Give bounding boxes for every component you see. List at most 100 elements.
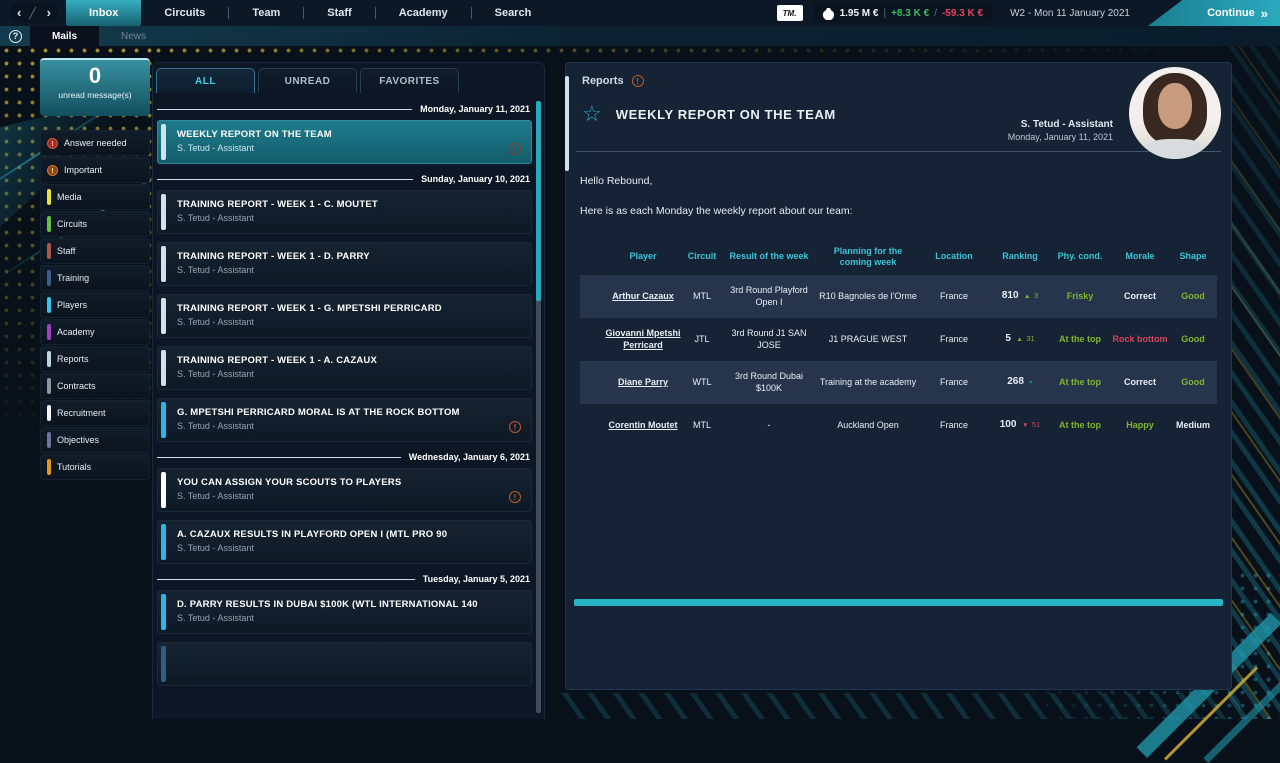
category-color-chip (47, 270, 51, 286)
filter-answer-needed[interactable]: ! Answer needed (40, 130, 150, 156)
filter-label: Academy (57, 327, 95, 337)
forward-icon[interactable]: › (47, 3, 51, 23)
table-row: Diane Parry WTL 3rd Round Dubai $100K Tr… (580, 361, 1217, 404)
mail-item[interactable]: G. MPETSHI PERRICARD MORAL IS AT THE ROC… (157, 398, 532, 442)
table-row: Giovanni Mpetshi Perricard JTL 3rd Round… (580, 318, 1217, 361)
mail-scroll-area: Monday, January 11, 2021 WEEKLY REPORT O… (157, 94, 532, 719)
circuit-cell: JTL (684, 332, 720, 347)
filter-objectives[interactable]: Objectives (40, 427, 150, 453)
rank-value: 5 (1005, 333, 1011, 344)
main-nav: Inbox Circuits Team Staff Academy Search (66, 0, 554, 26)
filter-circuits[interactable]: Circuits (40, 211, 150, 237)
category-color-chip (47, 297, 51, 313)
table-row: Corentin Moutet MTL - Auckland Open Fran… (580, 404, 1217, 447)
table-header-row: Player Circuit Result of the week Planni… (580, 239, 1217, 275)
nav-divider (29, 7, 36, 20)
category-color-chip (47, 351, 51, 367)
help-icon[interactable]: ? (9, 30, 22, 43)
rank-value: 810 (1002, 290, 1019, 301)
filter-staff[interactable]: Staff (40, 238, 150, 264)
tab-all[interactable]: ALL (156, 68, 255, 93)
tab-mails[interactable]: Mails (30, 26, 99, 46)
filter-media[interactable]: Media (40, 184, 150, 210)
planning-cell: Training at the academy (818, 375, 918, 390)
morale-cell: Rock bottom (1110, 332, 1170, 347)
unread-count: 0 (40, 64, 150, 88)
tab-search[interactable]: Search (472, 0, 555, 26)
finance-separator: / (934, 8, 937, 19)
mail-item[interactable]: TRAINING REPORT - WEEK 1 - G. MPETSHI PE… (157, 294, 532, 338)
category-color-chip (47, 189, 51, 205)
player-link[interactable]: Corentin Moutet (602, 418, 684, 433)
rank-delta: 3 (1034, 291, 1038, 300)
planning-cell: Auckland Open (818, 418, 918, 433)
header-planning: Planning for the coming week (818, 246, 918, 269)
mail-item[interactable]: TRAINING REPORT - WEEK 1 - C. MOUTET S. … (157, 190, 532, 234)
tab-circuits[interactable]: Circuits (141, 0, 228, 26)
mail-title: TRAINING REPORT - WEEK 1 - D. PARRY (177, 251, 370, 262)
mail-item[interactable]: TRAINING REPORT - WEEK 1 - D. PARRY S. T… (157, 242, 532, 286)
report-title: WEEKLY REPORT ON THE TEAM (616, 107, 836, 122)
mail-title: D. PARRY RESULTS IN DUBAI $100K (WTL INT… (177, 599, 478, 610)
continue-button[interactable]: Continue » (1148, 0, 1280, 26)
planning-cell: R10 Bagnoles de l'Orme (818, 289, 918, 304)
date-separator: Monday, January 11, 2021 (157, 104, 532, 114)
important-icon: ! (509, 143, 521, 155)
player-link[interactable]: Giovanni Mpetshi Perricard (602, 326, 684, 353)
answer-needed-icon: ! (47, 138, 58, 149)
filter-recruitment[interactable]: Recruitment (40, 400, 150, 426)
report-date: Monday, January 11, 2021 (1008, 132, 1113, 142)
mail-item[interactable]: A. CAZAUX RESULTS IN PLAYFORD OPEN I (MT… (157, 520, 532, 564)
mail-item[interactable]: YOU CAN ASSIGN YOUR SCOUTS TO PLAYERS S.… (157, 468, 532, 512)
mail-sender: S. Tetud - Assistant (177, 613, 478, 623)
favorite-star-icon[interactable]: ☆ (582, 103, 602, 125)
filter-training[interactable]: Training (40, 265, 150, 291)
mail-sender: S. Tetud - Assistant (177, 543, 447, 553)
mail-scrollbar[interactable] (536, 101, 541, 713)
avatar-shirt (1144, 139, 1207, 159)
back-icon[interactable]: ‹ (17, 3, 21, 23)
player-link[interactable]: Arthur Cazaux (602, 289, 684, 304)
tab-inbox[interactable]: Inbox (66, 0, 141, 26)
result-cell: 3rd Round Playford Open I (720, 283, 818, 310)
ranking-cell: 100 ▼ 51 (990, 417, 1050, 434)
tab-favorites[interactable]: FAVORITES (360, 68, 459, 93)
mail-title: WEEKLY REPORT ON THE TEAM (177, 129, 332, 140)
table-row: Arthur Cazaux MTL 3rd Round Playford Ope… (580, 275, 1217, 318)
filter-contracts[interactable]: Contracts (40, 373, 150, 399)
filter-tutorials[interactable]: Tutorials (40, 454, 150, 480)
mail-filter-list: ! Answer needed ! Important Media Circui… (40, 130, 150, 480)
planning-cell: J1 PRAGUE WEST (818, 332, 918, 347)
scrollbar-thumb[interactable] (536, 101, 541, 301)
mail-title: TRAINING REPORT - WEEK 1 - A. CAZAUX (177, 355, 377, 366)
filter-important[interactable]: ! Important (40, 157, 150, 183)
date-separator: Sunday, January 10, 2021 (157, 174, 532, 184)
mail-sender: S. Tetud - Assistant (177, 213, 378, 223)
mail-item[interactable]: D. PARRY RESULTS IN DUBAI $100K (WTL INT… (157, 590, 532, 634)
mail-sender: S. Tetud - Assistant (177, 265, 370, 275)
shape-cell: Medium (1170, 418, 1216, 433)
location-cell: France (918, 418, 990, 433)
phy-cond-cell: Frisky (1050, 289, 1110, 304)
intro-text: Here is as each Monday the weekly report… (580, 205, 1217, 217)
player-link[interactable]: Diane Parry (602, 375, 684, 390)
tab-staff[interactable]: Staff (304, 0, 374, 26)
mail-item[interactable] (157, 642, 532, 686)
filter-academy[interactable]: Academy (40, 319, 150, 345)
tab-unread[interactable]: UNREAD (258, 68, 357, 93)
report-panel: Reports ! ☆ WEEKLY REPORT ON THE TEAM S.… (565, 62, 1232, 690)
tab-team[interactable]: Team (229, 0, 303, 26)
mail-item[interactable]: WEEKLY REPORT ON THE TEAM S. Tetud - Ass… (157, 120, 532, 164)
filter-label: Players (57, 300, 87, 310)
filter-reports[interactable]: Reports (40, 346, 150, 372)
category-color-chip (47, 459, 51, 475)
filter-players[interactable]: Players (40, 292, 150, 318)
filter-label: Circuits (57, 219, 87, 229)
separator-line (157, 579, 415, 580)
avatar (1129, 67, 1221, 159)
tab-news[interactable]: News (99, 26, 168, 46)
tab-academy[interactable]: Academy (376, 0, 471, 26)
mail-item[interactable]: TRAINING REPORT - WEEK 1 - A. CAZAUX S. … (157, 346, 532, 390)
result-cell: 3rd Round J1 SAN JOSE (720, 326, 818, 353)
separator-line (157, 109, 412, 110)
